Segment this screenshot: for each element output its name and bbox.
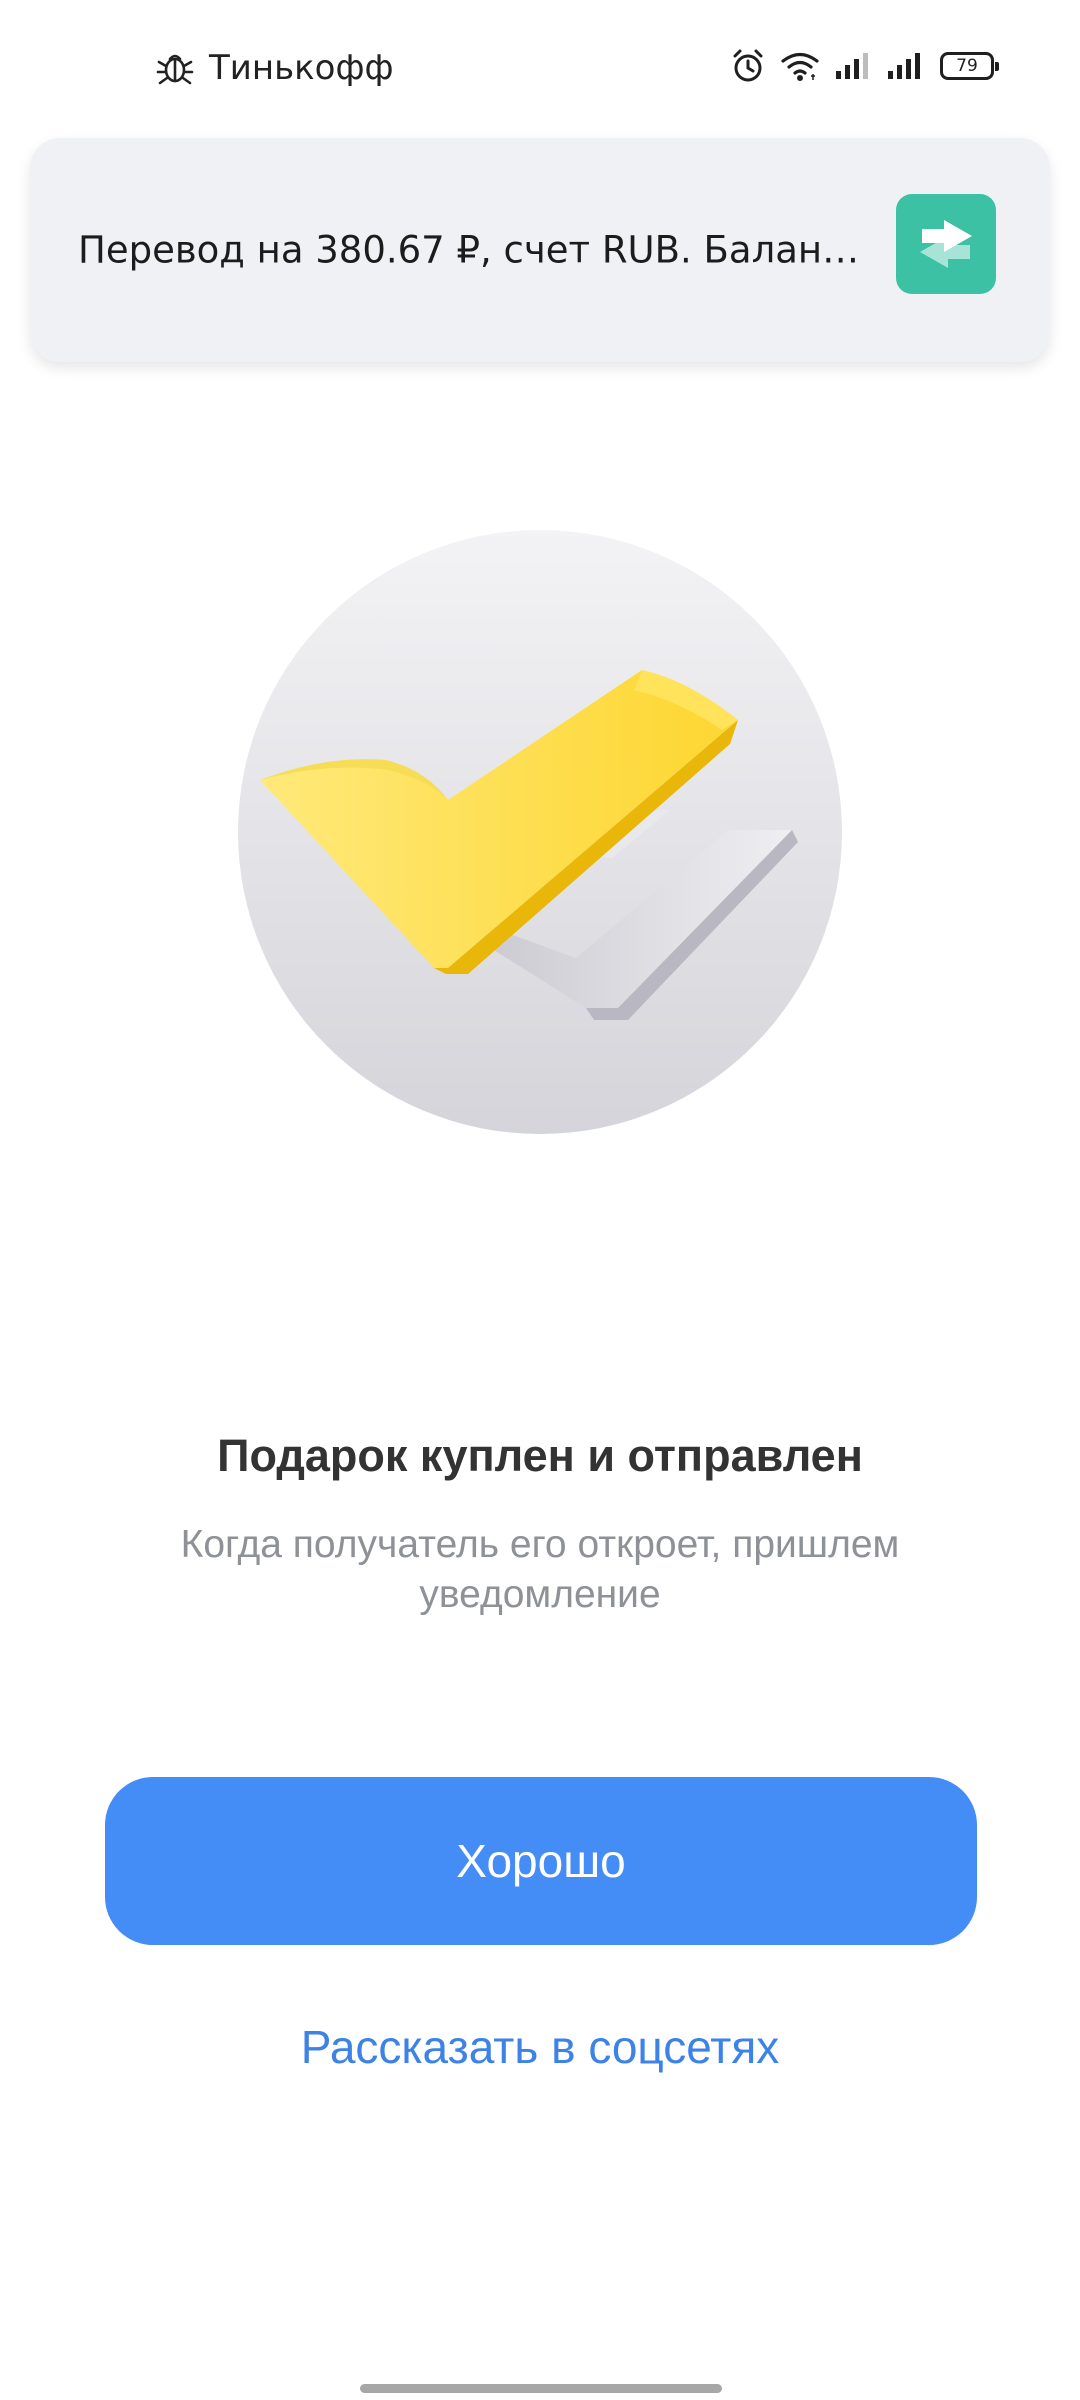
success-subtitle: Когда получатель его откроет, пришлем ув… <box>180 1523 900 1616</box>
ok-button[interactable]: Хорошо <box>105 1777 977 1945</box>
double-checkmark-icon <box>238 530 842 1134</box>
transfer-arrows-icon <box>896 194 996 294</box>
status-app-name: Тинькофф <box>209 48 394 88</box>
signal-icon <box>836 53 868 79</box>
gift-sent-screen: Тинькофф 79 Перевод на 380.67 ₽, счет RU… <box>0 0 1080 2400</box>
share-social-link[interactable]: Рассказать в соцсетях <box>0 2020 1080 2074</box>
notification-banner[interactable]: Перевод на 380.67 ₽, счет RUB. Баланс 3.… <box>30 138 1050 362</box>
ok-button-label: Хорошо <box>456 1835 626 1887</box>
notification-text: Перевод на 380.67 ₽, счет RUB. Баланс 3.… <box>78 228 878 272</box>
home-indicator[interactable] <box>360 2384 722 2393</box>
signal-icon <box>888 53 920 79</box>
status-notification-source: Тинькофф <box>155 48 394 88</box>
battery-level: 79 <box>956 55 978 76</box>
alarm-icon <box>733 49 763 82</box>
success-title: Подарок куплен и отправлен <box>217 1430 863 1481</box>
wifi-icon <box>781 52 819 81</box>
status-icons: 79 <box>730 48 999 84</box>
bug-icon <box>156 54 194 85</box>
battery-icon: 79 <box>940 52 999 80</box>
status-bar: Тинькофф 79 <box>0 0 1080 130</box>
